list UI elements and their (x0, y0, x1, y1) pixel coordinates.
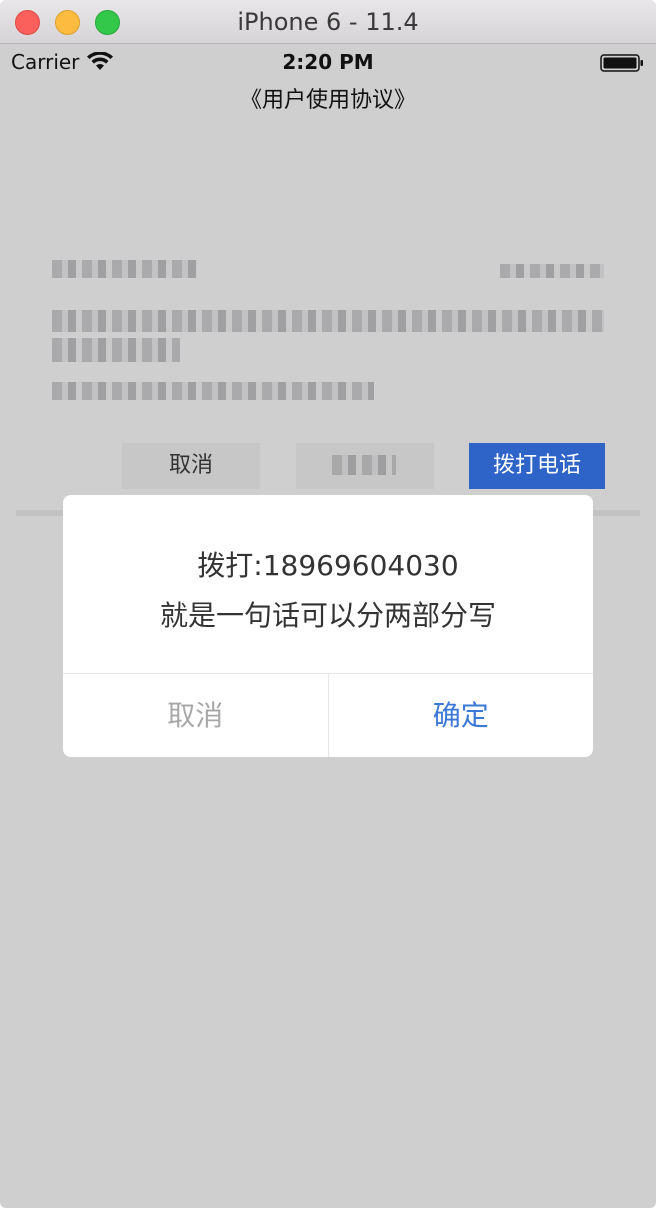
blurred-text (52, 310, 604, 332)
alert-button-row: 取消 确定 (63, 673, 593, 757)
blurred-text (500, 264, 604, 278)
alert-cancel-button[interactable]: 取消 (63, 674, 329, 757)
background-cancel-button: 取消 (122, 443, 260, 489)
alert-message: 拨打:18969604030 就是一句话可以分两部分写 (63, 495, 593, 673)
window-title: iPhone 6 - 11.4 (237, 8, 419, 36)
background-call-button: 拨打电话 (469, 443, 605, 489)
alert-phone-line: 拨打:18969604030 (197, 549, 459, 582)
blurred-text (52, 382, 374, 400)
alert-dialog: 拨打:18969604030 就是一句话可以分两部分写 取消 确定 (63, 495, 593, 757)
status-time: 2:20 PM (282, 50, 374, 74)
blurred-text (52, 260, 197, 278)
nav-title: 《用户使用协议》 (239, 88, 416, 113)
window-titlebar: iPhone 6 - 11.4 (0, 0, 656, 44)
alert-confirm-button[interactable]: 确定 (329, 674, 594, 757)
blurred-text (332, 455, 396, 475)
battery-icon (600, 54, 643, 72)
background-blurred-button (296, 443, 434, 489)
blurred-text (52, 338, 180, 362)
status-bar: Carrier 2:20 PM (0, 44, 656, 82)
alert-text-line: 就是一句话可以分两部分写 (159, 599, 496, 632)
simulator-window: iPhone 6 - 11.4 Carrier 2:20 PM 《用户使用协议》… (0, 0, 656, 1208)
